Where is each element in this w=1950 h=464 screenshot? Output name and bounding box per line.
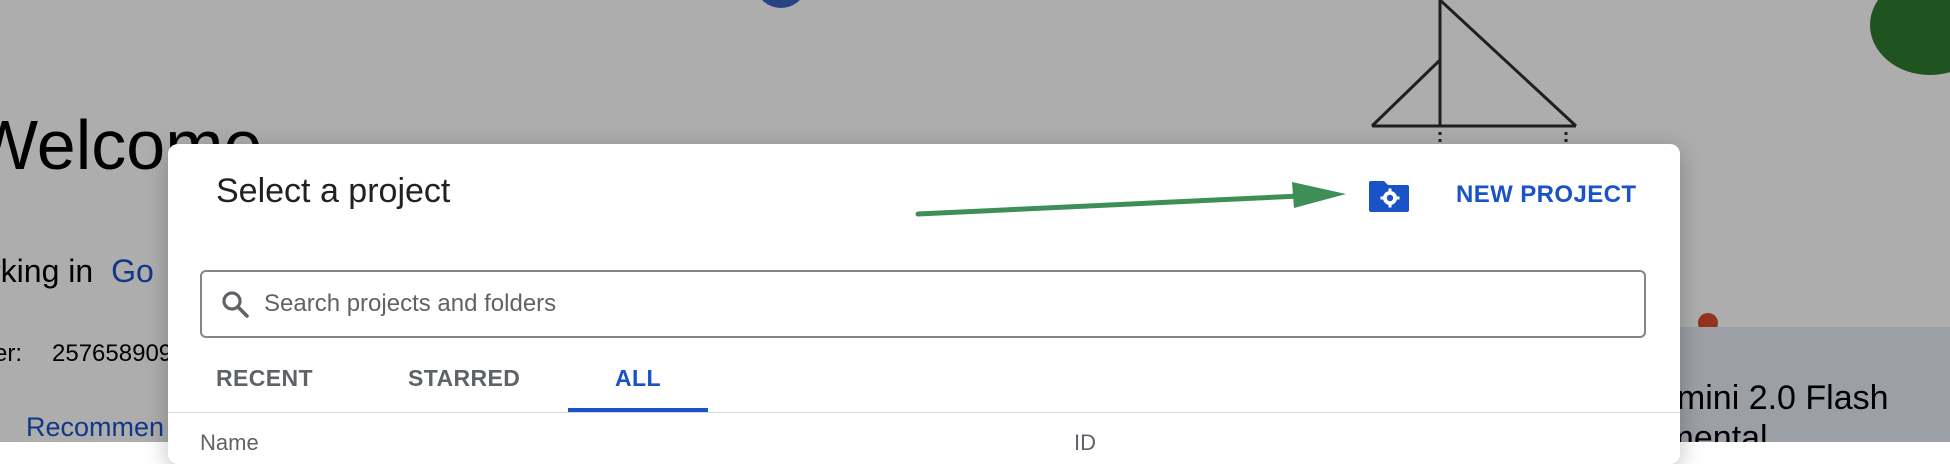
folder-settings-icon — [1369, 181, 1409, 212]
tab-recent[interactable]: RECENT — [216, 352, 313, 404]
project-tabs: RECENT STARRED ALL — [168, 352, 1680, 408]
tab-all[interactable]: ALL — [568, 352, 708, 404]
search-field[interactable] — [200, 270, 1646, 338]
search-icon — [222, 291, 249, 318]
tab-starred[interactable]: STARRED — [408, 352, 520, 404]
dialog-title: Select a project — [216, 172, 451, 210]
tabs-divider — [168, 412, 1680, 413]
column-header-name[interactable]: Name — [200, 430, 259, 456]
new-project-label: NEW PROJECT — [1456, 181, 1637, 208]
select-project-dialog: Select a project NEW PROJECT RECENT STAR… — [168, 144, 1680, 464]
new-project-button[interactable]: NEW PROJECT — [1368, 172, 1636, 218]
column-header-id[interactable]: ID — [1074, 430, 1096, 456]
search-input[interactable] — [262, 289, 1616, 319]
